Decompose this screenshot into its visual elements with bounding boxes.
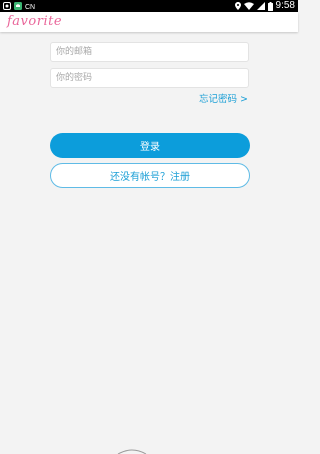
battery-icon	[267, 1, 273, 11]
status-bar-right: 9:58	[234, 0, 295, 12]
status-bar-left: CN	[3, 2, 36, 10]
login-button[interactable]: 登录	[50, 133, 250, 158]
nav-handle-icon	[117, 449, 147, 454]
signal-icon	[256, 2, 265, 10]
notification-app-icon	[3, 2, 11, 10]
cn-badge: CN	[25, 2, 36, 10]
wifi-icon	[243, 2, 254, 10]
status-time: 9:58	[275, 0, 295, 11]
register-button[interactable]: 还没有帐号？注册	[50, 163, 250, 188]
forgot-password-link[interactable]: 忘记密码 >	[199, 94, 248, 106]
email-field[interactable]	[50, 42, 249, 62]
android-icon	[14, 2, 22, 10]
status-bar: CN 9:58	[0, 0, 298, 12]
app-bar: favorite	[0, 12, 298, 32]
password-field[interactable]	[50, 68, 249, 88]
svg-text:CN: CN	[25, 4, 35, 10]
app-title: favorite	[7, 14, 63, 29]
location-icon	[234, 2, 241, 10]
